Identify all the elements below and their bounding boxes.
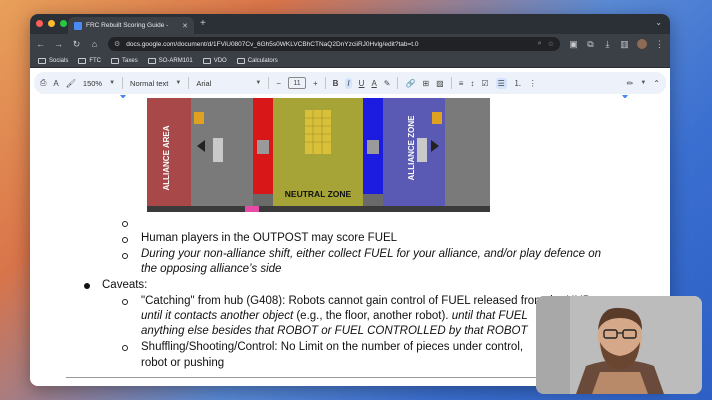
editing-mode-icon[interactable]: ✏ xyxy=(627,79,634,88)
puzzle-icon[interactable]: ⧉ xyxy=(586,39,595,50)
back-icon[interactable]: ← xyxy=(36,39,45,49)
window-controls xyxy=(36,20,67,27)
new-tab-icon[interactable]: + xyxy=(200,18,206,29)
decrease-font-icon[interactable]: − xyxy=(276,79,281,88)
comment-icon[interactable]: ⊞ xyxy=(422,79,429,88)
bookmark-so-arm101[interactable]: SO-ARM101 xyxy=(147,57,193,64)
bookmark-ftc[interactable]: FTC xyxy=(78,57,101,64)
bookmark-calculators[interactable]: Calculators xyxy=(236,57,278,64)
sub-bullet xyxy=(122,345,128,351)
highlight-icon[interactable]: ✎ xyxy=(384,79,391,88)
main-bullet xyxy=(84,283,90,289)
collapse-menu-icon[interactable]: ⌃ xyxy=(653,79,660,88)
toolbar-divider xyxy=(122,77,124,89)
bookmark-socials[interactable]: Socials xyxy=(38,57,68,64)
toolbar-divider xyxy=(450,77,452,89)
close-window-button[interactable] xyxy=(36,20,43,27)
list-item-shift-continued: the opposing alliance’s side xyxy=(141,263,282,275)
minimize-window-button[interactable] xyxy=(48,20,55,27)
bookmarks-bar: Socials FTC Taxes SO-ARM101 VDO Calculat… xyxy=(30,54,670,68)
toolbar-divider xyxy=(268,77,270,89)
numbered-list-icon[interactable]: ⒈ xyxy=(514,78,522,89)
sub-bullet xyxy=(122,237,128,243)
docs-toolbar: ⎙ A 🖌 150% ▼ Normal text ▼ Arial ▼ − 11 … xyxy=(34,72,666,94)
print-icon[interactable]: ⎙ xyxy=(40,78,46,88)
paragraph-style-select[interactable]: Normal text xyxy=(130,79,168,88)
folder-icon xyxy=(147,57,156,64)
chevron-down-icon[interactable]: ▼ xyxy=(640,80,646,86)
neutral-zone-label: NEUTRAL ZONE xyxy=(285,189,352,199)
zoom-select[interactable]: 150% xyxy=(83,79,102,88)
checklist-icon[interactable]: ☑ xyxy=(481,79,488,88)
link-icon[interactable]: 🔗 xyxy=(405,79,415,88)
list-item-shift: During your non-alliance shift, either c… xyxy=(141,248,602,260)
list-item-shuffling-continued: robot or pushing xyxy=(141,357,225,369)
docs-favicon-icon xyxy=(74,21,82,30)
underline-icon[interactable]: U xyxy=(359,79,365,88)
bookmark-star-icon[interactable]: ☆ xyxy=(548,40,554,48)
align-icon[interactable]: ≡ xyxy=(459,79,464,88)
caveats-heading: Caveats: xyxy=(102,279,148,291)
italic-icon[interactable]: I xyxy=(345,77,352,89)
chevron-down-icon[interactable]: ▼ xyxy=(175,80,181,86)
toolbar-divider xyxy=(324,77,326,89)
browser-tab[interactable]: FRC Rebuilt Scoring Guide - ✕ xyxy=(68,17,194,34)
list-item-catching-continued-2: anything else besides that ROBOT or FUEL… xyxy=(141,325,528,337)
bookmark-vdo[interactable]: VDO xyxy=(202,57,227,64)
browser-actions: ▣ ⧉ ⤓ ▥ ⋮ xyxy=(569,39,664,50)
font-size-input[interactable]: 11 xyxy=(287,77,306,89)
address-bar-row: ← → ↻ ⌂ ⚙ docs.google.com/document/d/1FV… xyxy=(30,34,670,54)
profile-avatar[interactable] xyxy=(637,39,647,49)
presenter-video xyxy=(536,296,702,394)
increase-font-icon[interactable]: + xyxy=(313,79,318,88)
bookmark-taxes[interactable]: Taxes xyxy=(111,57,138,64)
address-bar[interactable]: ⚙ docs.google.com/document/d/1FViU0807Cv… xyxy=(108,37,560,51)
site-info-icon[interactable]: ⚙ xyxy=(114,40,120,48)
zoom-icon[interactable]: ⌕ xyxy=(538,40,542,48)
home-icon[interactable]: ⌂ xyxy=(90,39,99,49)
folder-icon xyxy=(38,57,46,64)
forward-icon[interactable]: → xyxy=(54,39,63,49)
spellcheck-icon[interactable]: A xyxy=(53,79,58,88)
list-item-catching: "Catching" from hub (G408): Robots canno… xyxy=(141,295,591,307)
webcam-overlay xyxy=(536,296,702,394)
browser-menu-icon[interactable]: ⋮ xyxy=(655,39,664,50)
more-icon[interactable]: ⋮ xyxy=(529,79,537,88)
url-text[interactable]: docs.google.com/document/d/1FViU0807Cv_6… xyxy=(126,41,532,48)
download-icon[interactable]: ⤓ xyxy=(603,39,612,50)
toolbar-divider xyxy=(188,77,190,89)
folder-icon xyxy=(111,57,120,64)
sub-bullet xyxy=(122,299,128,305)
tab-bar: FRC Rebuilt Scoring Guide - ✕ + ⌄ xyxy=(30,14,670,34)
list-item-catching-continued: until it contacts another object (e.g., … xyxy=(141,310,528,322)
folder-icon xyxy=(236,57,245,64)
bold-icon[interactable]: B xyxy=(333,79,339,88)
font-select[interactable]: Arial xyxy=(196,79,248,88)
sub-bullet xyxy=(122,253,128,259)
chevron-down-icon[interactable]: ▼ xyxy=(109,80,115,86)
list-item-shuffling: Shuffling/Shooting/Control: No Limit on … xyxy=(141,341,524,353)
folder-icon xyxy=(202,57,211,64)
field-diagram: ALLIANCE AREA NEUTRAL ZONE ALLIANCE ZONE xyxy=(147,98,490,212)
sub-bullet xyxy=(122,221,128,227)
chevron-down-icon[interactable]: ▼ xyxy=(255,80,261,86)
close-tab-icon[interactable]: ✕ xyxy=(182,22,188,30)
text-color-icon[interactable]: A xyxy=(371,79,376,88)
alliance-area-label: ALLIANCE AREA xyxy=(162,125,171,190)
maximize-window-button[interactable] xyxy=(60,20,67,27)
image-icon[interactable]: ▨ xyxy=(436,79,444,88)
line-spacing-icon[interactable]: ↕ xyxy=(470,79,474,88)
tab-title: FRC Rebuilt Scoring Guide - xyxy=(86,22,169,29)
reload-icon[interactable]: ↻ xyxy=(72,39,81,50)
tab-search-icon[interactable]: ⌄ xyxy=(655,18,662,27)
alliance-zone-label: ALLIANCE ZONE xyxy=(407,115,416,181)
list-item-human-players: Human players in the OUTPOST may score F… xyxy=(141,232,398,244)
sidebar-icon[interactable]: ▥ xyxy=(620,39,629,50)
paint-format-icon[interactable]: 🖌 xyxy=(66,79,76,88)
folder-icon xyxy=(78,57,87,64)
bulleted-list-icon[interactable]: ☰ xyxy=(495,77,507,89)
field-diagram-image[interactable]: ALLIANCE AREA NEUTRAL ZONE ALLIANCE ZONE xyxy=(147,98,490,212)
extension-icon[interactable]: ▣ xyxy=(569,39,578,50)
toolbar-divider xyxy=(397,77,399,89)
